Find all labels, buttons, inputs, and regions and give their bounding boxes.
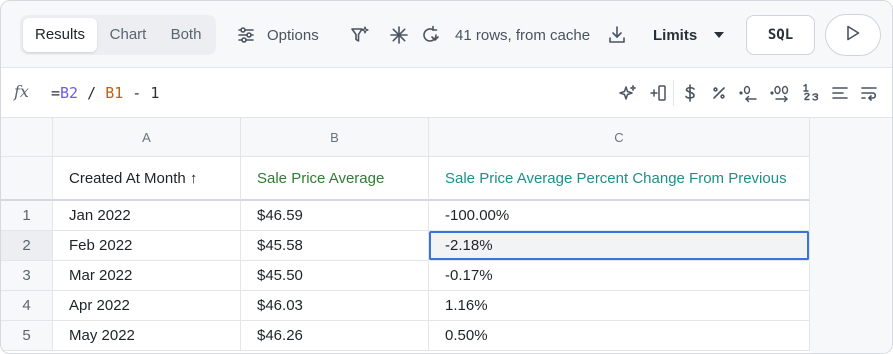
tab-chart[interactable]: Chart xyxy=(100,18,156,52)
table-cell[interactable]: $45.58 xyxy=(241,231,429,261)
ai-sparkle-icon[interactable] xyxy=(616,81,640,105)
table-cell[interactable]: May 2022 xyxy=(53,321,241,351)
refresh-button[interactable] xyxy=(420,15,440,55)
download-button[interactable] xyxy=(607,15,627,55)
results-panel: Results Chart Both Options 41 rows, from… xyxy=(0,0,893,354)
sparkle-filter-icon xyxy=(350,25,370,45)
column-header-sale-price-average[interactable]: Sale Price Average xyxy=(241,157,429,201)
row-number[interactable]: 5 xyxy=(1,321,53,351)
format-divider xyxy=(673,80,674,106)
table-cell[interactable]: $45.50 xyxy=(241,261,429,291)
row-number[interactable]: 4 xyxy=(1,291,53,321)
toolbar: Results Chart Both Options 41 rows, from… xyxy=(1,1,892,68)
snowflake-icon xyxy=(390,26,408,44)
align-icon[interactable] xyxy=(828,81,852,105)
table-cell[interactable]: Feb 2022 xyxy=(53,231,241,261)
table-cell[interactable]: 1.16% xyxy=(429,291,810,321)
download-icon xyxy=(607,25,627,45)
limits-label: Limits xyxy=(653,26,698,44)
table-cell[interactable]: Mar 2022 xyxy=(53,261,241,291)
grid-empty-area xyxy=(810,118,892,353)
grid-corner xyxy=(1,118,53,157)
sliders-icon xyxy=(237,26,255,44)
increase-decimals-icon[interactable] xyxy=(770,81,794,105)
decrease-decimals-icon[interactable] xyxy=(737,81,761,105)
formula-suffix: - 1 xyxy=(123,84,160,102)
table-cell[interactable]: Apr 2022 xyxy=(53,291,241,321)
dollar-icon[interactable] xyxy=(678,81,702,105)
column-letter-b[interactable]: B xyxy=(241,118,429,157)
formula-ref-b2: B2 xyxy=(60,84,79,102)
table-cell[interactable]: Jan 2022 xyxy=(53,201,241,231)
refresh-icon xyxy=(420,25,440,45)
wrap-icon[interactable] xyxy=(857,81,881,105)
row-number[interactable]: 2 xyxy=(1,231,53,261)
column-header-created-at-month[interactable]: Created At Month ↑ xyxy=(53,157,241,201)
formula-operator: / xyxy=(78,84,106,102)
column-letter-a[interactable]: A xyxy=(53,118,241,157)
tab-results[interactable]: Results xyxy=(23,18,97,52)
row-number[interactable]: 1 xyxy=(1,201,53,231)
results-grid: A B C Created At Month ↑ Sale Price Aver… xyxy=(1,118,892,353)
snowflake-button[interactable] xyxy=(390,15,408,55)
ai-filter-button[interactable] xyxy=(350,15,370,55)
formula-bar: fx =B2 / B1 - 1 xyxy=(1,68,892,118)
formula-input[interactable]: =B2 / B1 - 1 xyxy=(51,84,159,102)
column-header-percent-change[interactable]: Sale Price Average Percent Change From P… xyxy=(429,157,810,201)
row-number-header xyxy=(1,157,53,201)
column-letter-c[interactable]: C xyxy=(429,118,810,157)
formula-ref-b1: B1 xyxy=(105,84,124,102)
table-cell[interactable]: -0.17% xyxy=(429,261,810,291)
tab-both[interactable]: Both xyxy=(159,18,213,52)
formula-prefix: = xyxy=(51,84,61,102)
table-cell[interactable]: -100.00% xyxy=(429,201,810,231)
table-cell[interactable]: $46.26 xyxy=(241,321,429,351)
play-icon xyxy=(846,25,860,46)
limits-dropdown[interactable]: Limits xyxy=(653,15,725,55)
insert-column-icon[interactable] xyxy=(646,81,670,105)
options-button[interactable]: Options xyxy=(237,15,319,55)
percent-icon[interactable] xyxy=(707,81,731,105)
run-button[interactable] xyxy=(825,14,881,56)
row-number[interactable]: 3 xyxy=(1,261,53,291)
table-cell[interactable]: $46.59 xyxy=(241,201,429,231)
view-switcher: Results Chart Both xyxy=(20,15,216,55)
table-cell[interactable]: 0.50% xyxy=(429,321,810,351)
number-format-icon[interactable] xyxy=(800,81,824,105)
selected-cell[interactable]: -2.18% xyxy=(429,231,810,261)
chevron-down-icon xyxy=(713,31,725,39)
row-count-status: 41 rows, from cache xyxy=(455,26,591,44)
options-label: Options xyxy=(267,26,319,44)
sql-button[interactable]: SQL xyxy=(746,15,815,55)
table-cell[interactable]: $46.03 xyxy=(241,291,429,321)
fx-icon: fx xyxy=(14,82,29,101)
